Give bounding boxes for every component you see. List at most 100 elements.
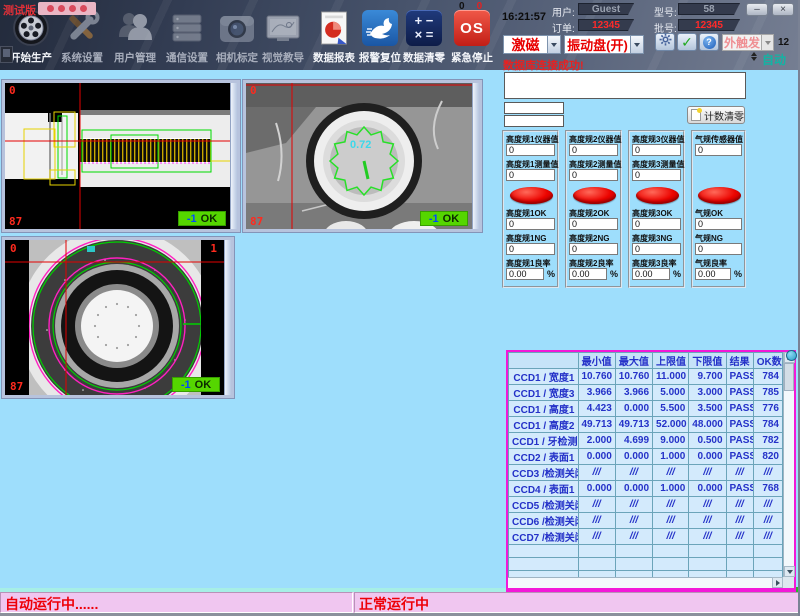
minimize-button[interactable]: – <box>746 3 768 16</box>
confirm-check-button[interactable]: ✓ <box>677 33 697 51</box>
gauge-panel-2: 高度规2仪器值 0 高度规2测量值 0 高度规2OK 0 高度规2NG 0 高度… <box>565 130 622 288</box>
table-row-empty[interactable] <box>509 558 783 571</box>
stop-icon-text: OS <box>460 20 484 37</box>
camera-scrollbar[interactable] <box>230 83 237 229</box>
auto-spinner[interactable] <box>751 52 757 61</box>
gauge-measure-value[interactable]: 0 <box>506 169 555 181</box>
toolbar-label: 数据清零 <box>398 50 450 65</box>
table-row[interactable]: CCD4 / 表面10.0000.0001.0000.000PASS768 <box>509 481 783 497</box>
camera2-image <box>246 83 472 229</box>
table-vertical-scrollbar[interactable] <box>783 352 794 577</box>
gauge-device-value[interactable]: 0 <box>506 144 555 156</box>
gauge-ng-value[interactable]: 0 <box>569 243 618 255</box>
order-value: 12345 <box>578 19 634 31</box>
stop-counters: 00 <box>459 1 482 12</box>
toolbar-system-settings[interactable]: 系统设置 <box>56 8 108 68</box>
col-header-okcount: OK数 <box>753 353 782 369</box>
scroll-right-button[interactable] <box>772 577 783 588</box>
results-grid: 最小值 最大值 上限值 下限值 结果 OK数 CCD1 / 宽度110.7601… <box>508 352 783 577</box>
angle-measurement: 0.72 <box>350 139 371 151</box>
toolbar-vision-teaching[interactable]: 视觉教导 <box>257 8 309 68</box>
table-row[interactable]: CCD6 /检测关闭////////////////// <box>509 513 783 529</box>
stop-icon: OS <box>451 8 493 48</box>
gauge-device-value[interactable]: 0 <box>632 144 681 156</box>
close-button[interactable]: × <box>772 3 794 16</box>
toolbar-user-management[interactable]: 用户管理 <box>109 8 161 68</box>
status-led <box>573 187 616 204</box>
vibration-combo[interactable]: 振动盘(开) <box>564 35 644 54</box>
message-display-box[interactable] <box>504 72 746 99</box>
clock: 16:21:57 <box>502 11 546 23</box>
table-row[interactable]: CCD1 / 高度249.71349.71352.00048.000PASS78… <box>509 417 783 433</box>
table-horizontal-scrollbar[interactable] <box>508 577 783 588</box>
dove-icon <box>359 8 401 48</box>
table-row[interactable]: CCD7 /检测关闭////////////////// <box>509 529 783 545</box>
count-field-2[interactable] <box>504 115 564 127</box>
status-left: 自动运行中...... <box>0 592 353 613</box>
percent-label: % <box>673 269 681 279</box>
magnetize-combo[interactable]: 激磁 <box>503 35 561 54</box>
gauge-measure-value[interactable]: 0 <box>569 169 618 181</box>
camera-view-1: 0 87 -1 OK <box>2 80 240 232</box>
count-field-1[interactable] <box>504 102 564 114</box>
toolbar-camera-calibration[interactable]: 相机标定 <box>211 8 263 68</box>
scroll-down-button[interactable] <box>784 566 795 577</box>
batch-value: 12345 <box>678 19 740 31</box>
gauge-ok-value[interactable]: 0 <box>506 218 555 230</box>
gauge-device-value[interactable]: 0 <box>569 144 618 156</box>
gauge-ng-value[interactable]: 0 <box>632 243 681 255</box>
gauge-rate-value[interactable]: 0.00 <box>569 268 607 280</box>
settings-gear-button[interactable] <box>655 33 675 51</box>
model-label: 型号: <box>654 4 677 19</box>
table-row[interactable]: CCD2 / 表面10.0000.0001.0000.000PASS820 <box>509 449 783 465</box>
camera-scrollbar[interactable] <box>224 240 231 395</box>
gauge-ok-value[interactable]: 0 <box>569 218 618 230</box>
table-row[interactable]: CCD1 / 宽度33.9663.9665.0003.000PASS785 <box>509 385 783 401</box>
results-table: 最小值 最大值 上限值 下限值 结果 OK数 CCD1 / 宽度110.7601… <box>506 350 796 592</box>
company-logo-badge <box>38 2 96 15</box>
help-button[interactable]: ? <box>699 33 719 51</box>
counter-black: 0 <box>459 1 465 12</box>
crosshair-marker <box>87 246 95 252</box>
gauge-device-value[interactable]: 0 <box>695 144 742 156</box>
toolbar-label: 相机标定 <box>211 50 263 65</box>
camera-scrollbar[interactable] <box>472 83 479 229</box>
table-row[interactable]: CCD1 / 宽度110.76010.76011.0009.700PASS784 <box>509 369 783 385</box>
table-row-empty[interactable] <box>509 545 783 558</box>
col-header-result: 结果 <box>726 353 753 369</box>
toolbar-label: 系统设置 <box>56 50 108 65</box>
trial-version-label: 测试版 <box>3 2 36 18</box>
toolbar-data-report[interactable]: 数据报表 <box>308 8 360 68</box>
gauge-rate-value[interactable]: 0.00 <box>506 268 544 280</box>
gauge-ng-value[interactable]: 0 <box>695 243 742 255</box>
scrollbar-corner <box>783 577 794 588</box>
trigger-combo[interactable]: 外触发 <box>722 34 774 51</box>
db-status-message: 数据库连接成功! <box>503 57 584 73</box>
camera-index: 0 <box>9 84 16 97</box>
camera-index: 0 <box>10 242 17 255</box>
gauge-ok-value[interactable]: 0 <box>695 218 742 230</box>
gauge-rate-value[interactable]: 0.00 <box>632 268 670 280</box>
scrollbar-thumb[interactable] <box>784 363 794 391</box>
table-row[interactable]: CCD1 / 高度14.4230.0005.5003.500PASS776 <box>509 401 783 417</box>
magnetize-value: 激磁 <box>504 36 547 53</box>
table-row[interactable]: CCD3 /检测关闭////////////////// <box>509 465 783 481</box>
camera-view-3: 0 1 87 -1 OK <box>2 237 234 398</box>
gauge-measure-value[interactable]: 0 <box>632 169 681 181</box>
toolbar-comm-settings[interactable]: 通信设置 <box>161 8 213 68</box>
table-row[interactable]: CCD5 /检测关闭////////////////// <box>509 497 783 513</box>
percent-label: % <box>610 269 618 279</box>
table-row[interactable]: CCD1 / 牙检测12.0004.6999.0000.500PASS782 <box>509 433 783 449</box>
gauge-ok-value[interactable]: 0 <box>632 218 681 230</box>
status-led <box>636 187 679 204</box>
gauge-ng-value[interactable]: 0 <box>506 243 555 255</box>
toolbar-emergency-stop[interactable]: OS 紧急停止 <box>446 8 498 68</box>
toolbar: 测试版 开始生产 <box>0 0 800 70</box>
chevron-down-icon <box>547 36 560 53</box>
calc-symbols-row1: + − <box>415 14 434 28</box>
server-icon <box>166 8 208 48</box>
count-clear-button[interactable]: 计数清零 <box>687 106 745 124</box>
gauge-rate-value[interactable]: 0.00 <box>695 268 731 280</box>
toolbar-data-clear[interactable]: + − × = 数据清零 <box>398 8 450 68</box>
count-clear-label: 计数清零 <box>704 108 744 123</box>
